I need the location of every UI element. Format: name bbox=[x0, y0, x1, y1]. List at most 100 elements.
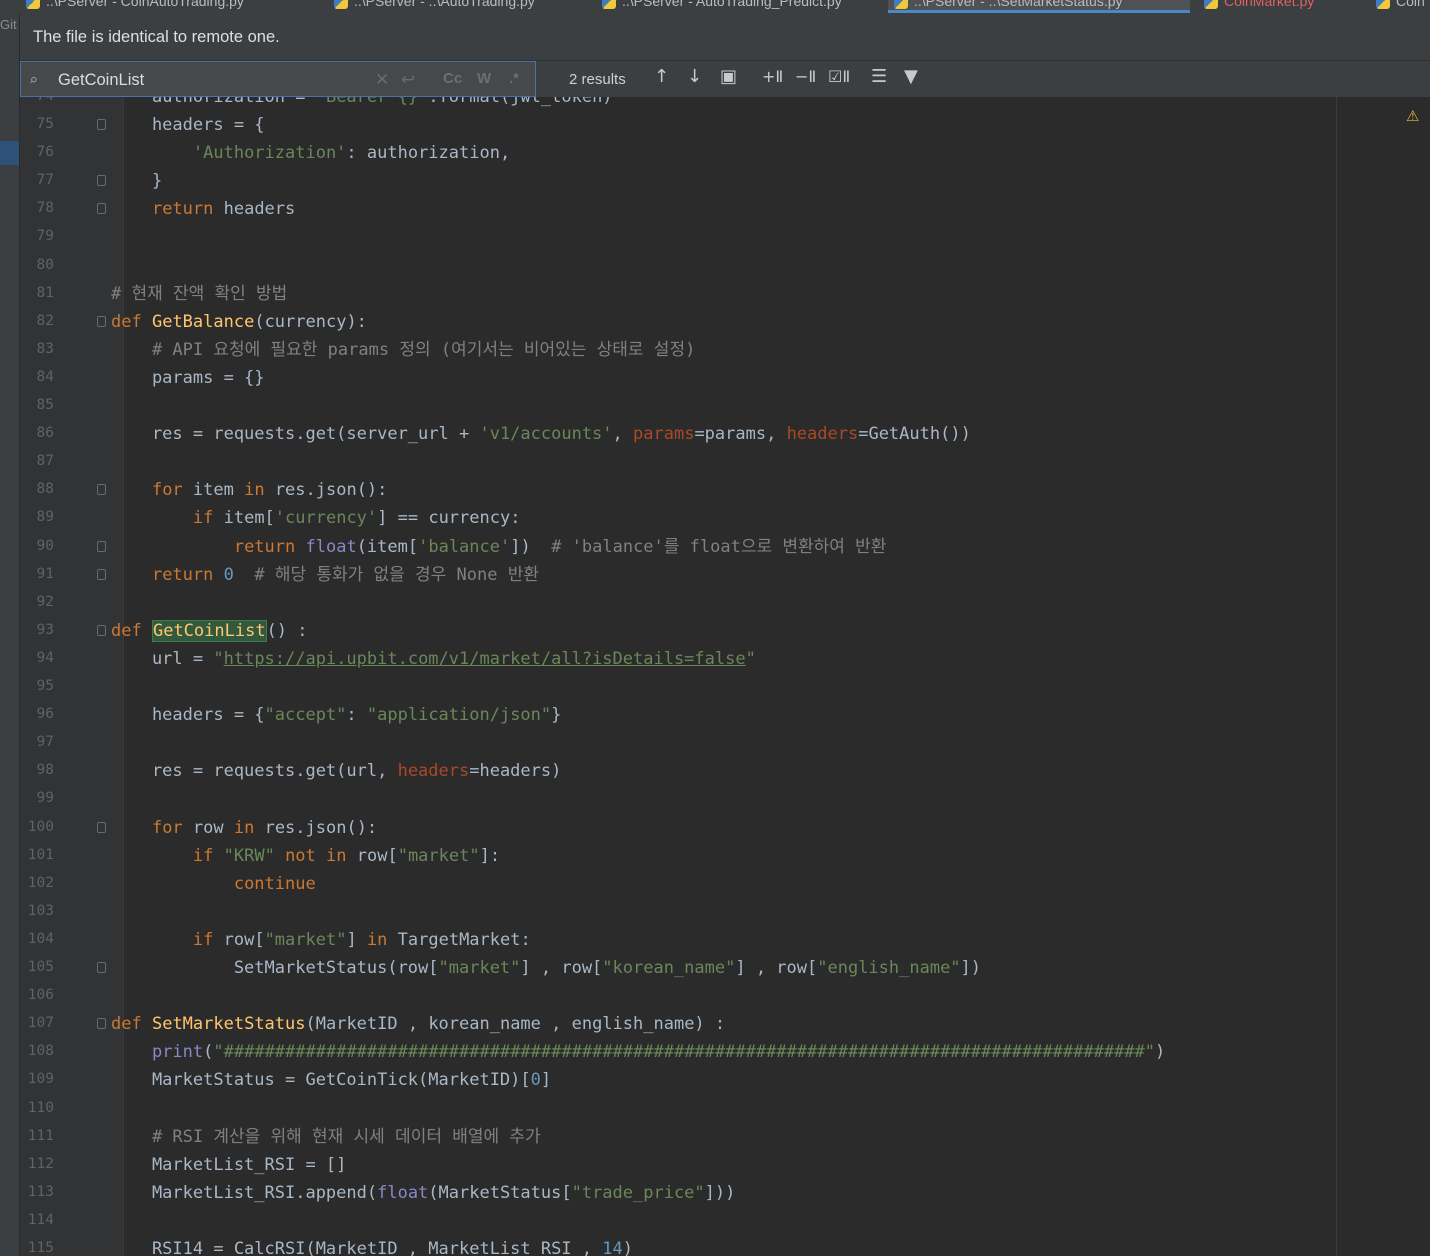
editor-tab-1[interactable]: ..\PServer - ..\AutoTrading.py bbox=[328, 0, 578, 13]
code-line[interactable]: 87 bbox=[20, 448, 1430, 476]
fold-marker-icon[interactable] bbox=[97, 203, 106, 215]
fold-marker-icon[interactable] bbox=[97, 962, 106, 973]
code-line[interactable]: 100 for row in res.json(): bbox=[20, 814, 1430, 842]
code-line[interactable]: 101 if "KRW" not in row["market"]: bbox=[20, 842, 1430, 870]
code-line[interactable]: 92 bbox=[20, 589, 1430, 617]
code-line-partial: 74 authorization = 'Bearer {}'.format(jw… bbox=[20, 97, 1430, 111]
code-line[interactable]: 114 bbox=[20, 1207, 1430, 1235]
editor-tab-active[interactable]: ..\PServer - ..\SetMarketStatus.py bbox=[888, 0, 1190, 13]
code-text: MarketStatus = GetCoinTick(MarketID)[0] bbox=[111, 1070, 552, 1091]
code-line[interactable]: 88 for item in res.json(): bbox=[20, 476, 1430, 504]
remove-selection-icon[interactable]: −Ⅱ bbox=[795, 67, 816, 86]
code-line[interactable]: 95 bbox=[20, 673, 1430, 701]
line-number: 83 bbox=[36, 340, 54, 357]
line-number: 79 bbox=[36, 228, 54, 245]
select-all-icon[interactable]: ☑Ⅱ bbox=[828, 67, 850, 86]
code-line[interactable]: 93 def GetCoinList() : bbox=[20, 617, 1430, 645]
code-line[interactable]: 85 bbox=[20, 392, 1430, 420]
fold-marker-icon[interactable] bbox=[97, 484, 106, 496]
line-number: 87 bbox=[36, 453, 54, 470]
code-line[interactable]: 84 params = {} bbox=[20, 364, 1430, 392]
match-case-toggle[interactable]: Cc bbox=[443, 70, 462, 87]
code-line[interactable]: 98 res = requests.get(url, headers=heade… bbox=[20, 757, 1430, 785]
code-line[interactable]: 83 # API 요청에 필요한 params 정의 (여기서는 비어있는 상태… bbox=[20, 336, 1430, 364]
code-line[interactable]: 103 bbox=[20, 898, 1430, 926]
code-text: def GetCoinList() : bbox=[111, 619, 308, 642]
git-tool-label[interactable]: Git bbox=[0, 17, 17, 32]
code-line[interactable]: 81 # 현재 잔액 확인 방법 bbox=[20, 280, 1430, 308]
code-line[interactable]: 91 return 0 # 해당 통화가 없을 경우 None 반환 bbox=[20, 561, 1430, 589]
line-number: 75 bbox=[36, 116, 54, 132]
search-icon[interactable]: ⌕ bbox=[29, 71, 38, 89]
code-line[interactable]: 97 bbox=[20, 729, 1430, 757]
python-file-icon bbox=[1376, 0, 1390, 9]
tab-label: ..\PServer - AutoTrading_Predict.py bbox=[622, 0, 842, 9]
code-line[interactable]: 96 headers = {"accept": "application/jso… bbox=[20, 701, 1430, 729]
code-line[interactable]: 113 MarketList_RSI.append(float(MarketSt… bbox=[20, 1179, 1430, 1207]
code-text: MarketList_RSI = [] bbox=[111, 1154, 347, 1175]
fold-marker-icon[interactable] bbox=[97, 540, 106, 552]
code-editor[interactable]: ⚠ 74 authorization = 'Bearer {}'.format(… bbox=[20, 97, 1430, 1256]
code-line[interactable]: 78 return headers bbox=[20, 195, 1430, 223]
fold-marker-icon[interactable] bbox=[97, 315, 106, 327]
line-number: 99 bbox=[36, 790, 54, 807]
code-line[interactable]: 94 url = "https://api.upbit.com/v1/marke… bbox=[20, 645, 1430, 673]
search-input[interactable]: GetCoinList bbox=[58, 71, 144, 90]
code-line[interactable]: 108 print("#############################… bbox=[20, 1038, 1430, 1066]
python-file-icon bbox=[602, 0, 616, 9]
code-line[interactable]: 105 SetMarketStatus(row["market"] , row[… bbox=[20, 954, 1430, 982]
editor-tab-2[interactable]: ..\PServer - AutoTrading_Predict.py bbox=[596, 0, 876, 13]
code-line[interactable]: 89 if item['currency'] == currency: bbox=[20, 504, 1430, 532]
line-number: 97 bbox=[36, 734, 54, 751]
fold-marker-icon[interactable] bbox=[97, 175, 106, 187]
code-line[interactable]: 104 if row["market"] in TargetMarket: bbox=[20, 926, 1430, 954]
fold-marker-icon[interactable] bbox=[97, 821, 106, 833]
code-text: continue bbox=[233, 873, 316, 894]
code-line[interactable]: 112 MarketList_RSI = [] bbox=[20, 1151, 1430, 1179]
code-line[interactable]: 82 def GetBalance(currency): bbox=[20, 308, 1430, 336]
line-number: 94 bbox=[36, 649, 54, 666]
code-line[interactable]: 77 } bbox=[20, 167, 1430, 195]
editor-tab-4[interactable]: CoinMarket.py bbox=[1198, 0, 1358, 13]
code-text: MarketList_RSI.append(float(MarketStatus… bbox=[111, 1182, 736, 1203]
fold-marker-icon[interactable] bbox=[97, 568, 106, 580]
editor-tab-5[interactable]: Coin bbox=[1370, 0, 1430, 13]
clear-icon[interactable]: ✕ bbox=[375, 70, 389, 90]
history-icon[interactable]: ↩ bbox=[401, 70, 415, 90]
regex-toggle[interactable]: .* bbox=[509, 70, 519, 87]
code-line[interactable]: 110 bbox=[20, 1095, 1430, 1123]
code-text: 'Authorization': authorization, bbox=[192, 143, 511, 164]
words-toggle[interactable]: W bbox=[477, 70, 491, 87]
code-text: } bbox=[111, 171, 163, 192]
fold-marker-icon[interactable] bbox=[97, 119, 106, 130]
code-line[interactable]: 76 'Authorization': authorization, bbox=[20, 139, 1430, 167]
code-line[interactable]: 86 res = requests.get(server_url + 'v1/a… bbox=[20, 420, 1430, 448]
filter-lines-icon[interactable]: ☰ bbox=[871, 66, 887, 87]
code-line[interactable]: 115 RSI14 = CalcRSI(MarketID , MarketLis… bbox=[20, 1235, 1430, 1256]
line-number: 111 bbox=[27, 1127, 54, 1144]
fold-marker-icon[interactable] bbox=[97, 1018, 106, 1030]
code-line[interactable]: 99 bbox=[20, 785, 1430, 813]
prev-occurrence-icon[interactable]: ↑ bbox=[654, 66, 669, 87]
code-line[interactable]: 90 return float(item['balance']) # 'bala… bbox=[20, 533, 1430, 561]
fold-marker-icon[interactable] bbox=[97, 624, 106, 636]
code-line[interactable]: 107 def SetMarketStatus(MarketID , korean… bbox=[20, 1010, 1430, 1038]
open-in-window-icon[interactable]: ▣ bbox=[720, 66, 737, 87]
line-number: 74 bbox=[20, 97, 54, 104]
code-line[interactable]: 79 bbox=[20, 223, 1430, 251]
add-selection-icon[interactable]: +Ⅱ bbox=[762, 67, 783, 86]
search-field[interactable]: ⌕ GetCoinList ✕ ↩ Cc W .* bbox=[20, 61, 536, 97]
code-line[interactable]: 111 # RSI 계산을 위해 현재 시세 데이터 배열에 추가 bbox=[20, 1123, 1430, 1151]
next-occurrence-icon[interactable]: ↓ bbox=[687, 66, 702, 87]
line-number: 88 bbox=[36, 481, 54, 498]
line-number: 85 bbox=[36, 397, 54, 413]
code-line[interactable]: 102 continue bbox=[20, 870, 1430, 898]
filter-icon[interactable]: ▼ bbox=[904, 66, 918, 87]
code-line[interactable]: 75 headers = { bbox=[20, 111, 1430, 139]
code-line[interactable]: 106 bbox=[20, 982, 1430, 1010]
editor-tab-0[interactable]: ..\PServer - CoinAutoTrading.py bbox=[20, 0, 310, 13]
line-number: 109 bbox=[27, 1071, 54, 1088]
code-line[interactable]: 80 bbox=[20, 252, 1430, 280]
code-line[interactable]: 109 MarketStatus = GetCoinTick(MarketID)… bbox=[20, 1066, 1430, 1094]
code-text: res = requests.get(server_url + 'v1/acco… bbox=[111, 424, 971, 445]
